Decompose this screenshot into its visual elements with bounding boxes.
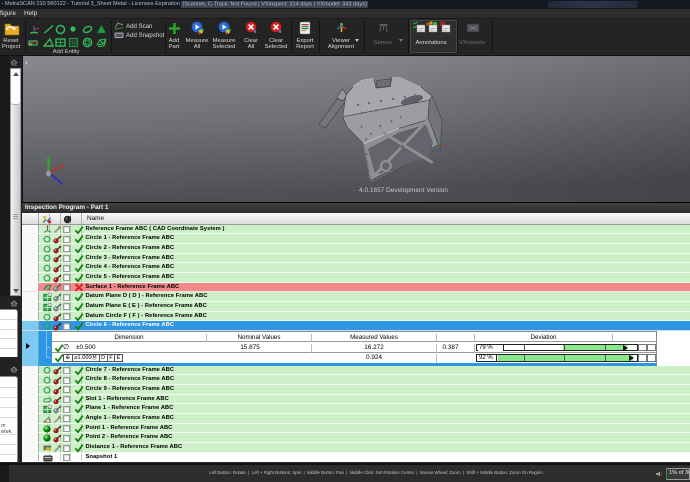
svg-text:4.0.1657 Development Version: 4.0.1657 Development Version xyxy=(359,187,448,194)
svg-text:w: w xyxy=(29,42,33,48)
